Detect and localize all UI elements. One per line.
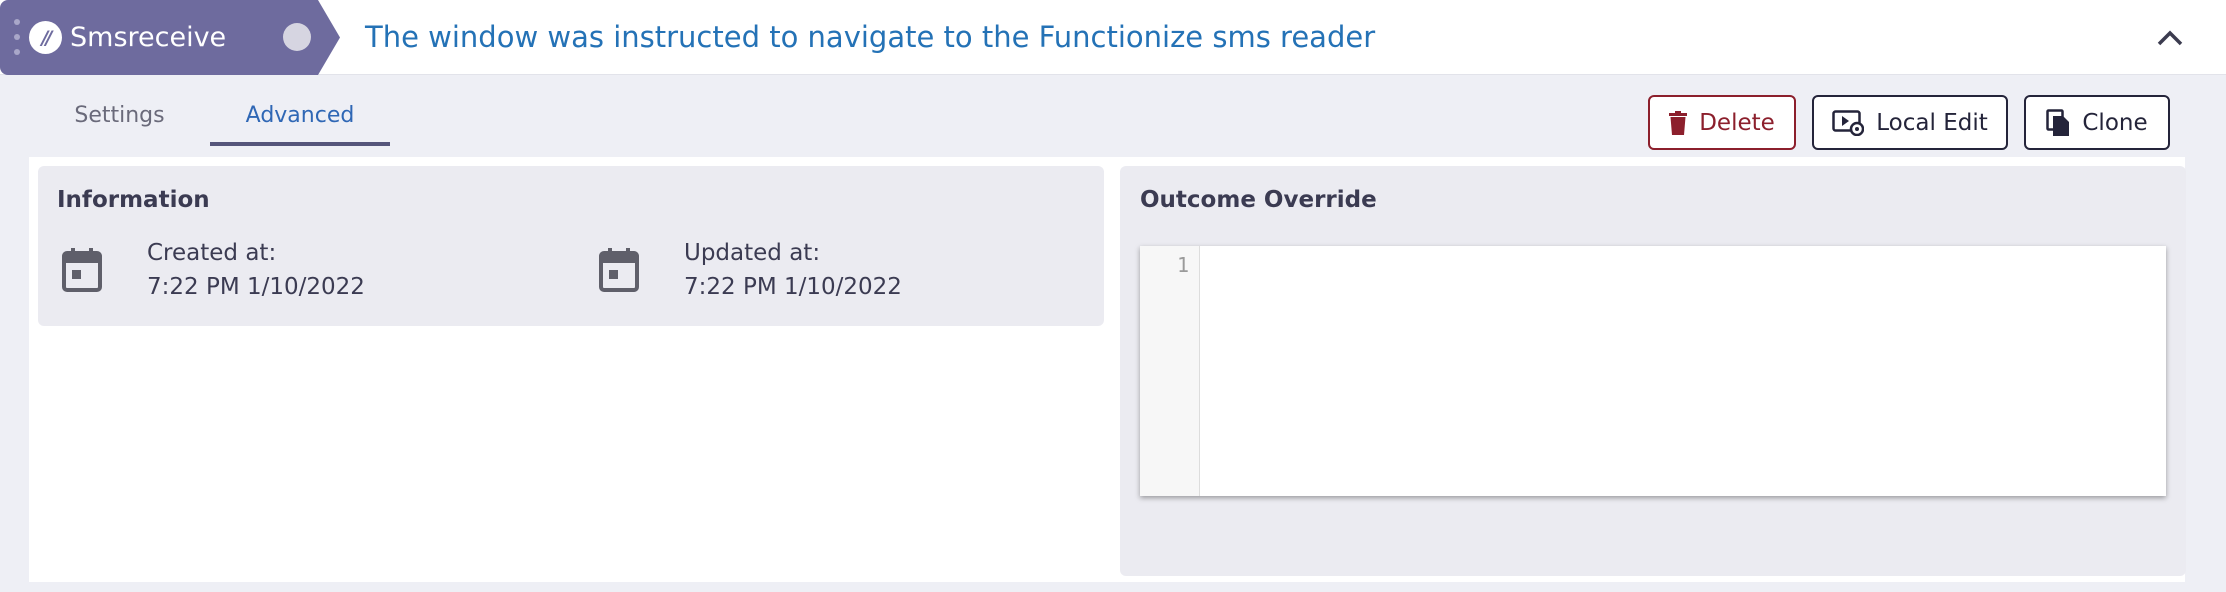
tab-settings[interactable]: Settings bbox=[62, 96, 177, 146]
step-name: Smsreceive bbox=[70, 22, 227, 53]
step-tag[interactable]: // Smsreceive bbox=[0, 0, 340, 75]
created-label: Created at: bbox=[147, 240, 277, 266]
status-indicator bbox=[283, 23, 311, 51]
line-number: 1 bbox=[1176, 253, 1189, 277]
functionize-logo-icon: // bbox=[29, 21, 62, 54]
delete-button-label: Delete bbox=[1699, 109, 1775, 136]
created-value: 7:22 PM 1/10/2022 bbox=[147, 274, 365, 300]
chevron-up-icon bbox=[2157, 30, 2183, 46]
editor-gutter: 1 bbox=[1140, 246, 1200, 496]
local-edit-button[interactable]: Local Edit bbox=[1812, 95, 2008, 150]
calendar-icon bbox=[599, 248, 639, 292]
code-input[interactable] bbox=[1201, 246, 2166, 496]
local-edit-icon bbox=[1832, 109, 1865, 136]
step-header: // Smsreceive The window was instructed … bbox=[0, 0, 2226, 75]
updated-value: 7:22 PM 1/10/2022 bbox=[684, 274, 902, 300]
information-title: Information bbox=[57, 187, 210, 213]
clone-button[interactable]: Clone bbox=[2024, 95, 2170, 150]
copy-icon bbox=[2046, 108, 2070, 136]
trash-icon bbox=[1669, 110, 1688, 135]
delete-button[interactable]: Delete bbox=[1648, 95, 1796, 150]
step-description: The window was instructed to navigate to… bbox=[365, 20, 1376, 54]
updated-label: Updated at: bbox=[684, 240, 821, 266]
clone-button-label: Clone bbox=[2082, 109, 2148, 136]
code-editor[interactable]: 1 bbox=[1140, 246, 2166, 496]
drag-handle-icon[interactable] bbox=[14, 19, 22, 59]
outcome-override-title: Outcome Override bbox=[1140, 187, 1377, 213]
calendar-icon bbox=[62, 248, 102, 292]
collapse-button[interactable] bbox=[2152, 20, 2188, 56]
local-edit-button-label: Local Edit bbox=[1876, 109, 1988, 136]
tab-advanced[interactable]: Advanced bbox=[210, 96, 390, 146]
